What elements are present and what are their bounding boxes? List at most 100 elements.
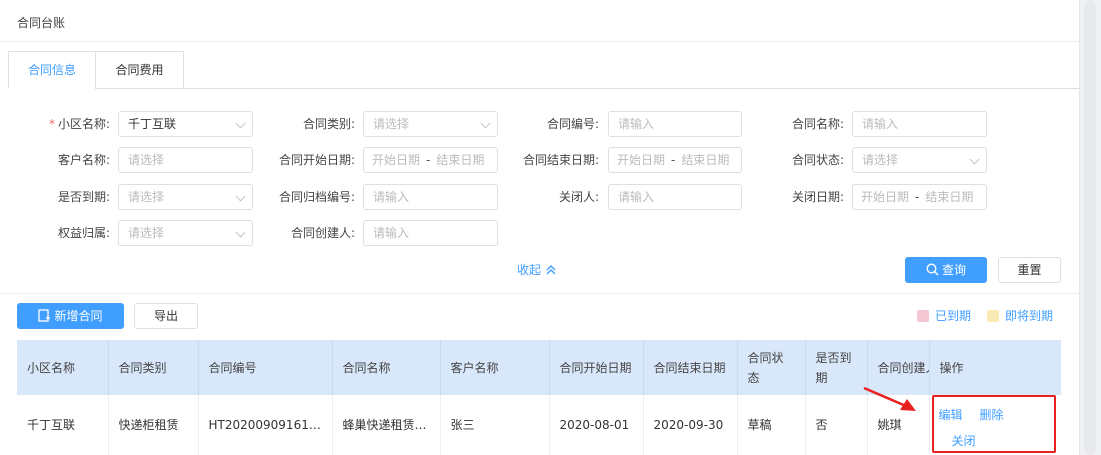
text-input[interactable]: 请输入 <box>852 111 987 137</box>
text-input[interactable]: 请输入 <box>363 220 498 246</box>
filter-label-text: 关闭日期: <box>791 190 844 204</box>
filter-label-text: 合同类别: <box>302 117 355 131</box>
field-placeholder: 请输入 <box>373 226 410 240</box>
filter-label-text: 合同结束日期: <box>522 153 599 167</box>
chevron-down-icon <box>235 118 246 129</box>
legend-expiring-label: 即将到期 <box>1005 309 1054 323</box>
filter-label-text: 合同开始日期: <box>278 153 355 167</box>
filter-label: 关闭人: <box>489 184 599 210</box>
add-document-icon <box>38 309 51 322</box>
field-placeholder: 请输入 <box>862 117 899 131</box>
filter-label-text: 是否到期: <box>57 190 110 204</box>
col-header[interactable]: 合同开始日期 <box>549 340 644 395</box>
col-header[interactable]: 合同状态 <box>737 340 806 395</box>
range-start-placeholder: 开始日期 <box>861 190 910 204</box>
tab-contract-fees[interactable]: 合同费用 <box>95 51 184 89</box>
double-chevron-up-icon <box>546 265 556 275</box>
filter-label-text: 合同创建人: <box>290 226 355 240</box>
collapse-toggle[interactable]: 收起 <box>517 261 557 278</box>
filter-label-text: 权益归属: <box>57 226 110 240</box>
legend-expired-swatch <box>917 310 929 322</box>
filter-label: 合同状态: <box>734 147 844 173</box>
main-panel: 合同台账 合同信息 合同费用 * 小区名称: 千丁互联 合同类别: 请选择 合同编号: 请输… <box>0 0 1079 455</box>
filter-label: 合同归档编号: <box>245 184 355 210</box>
field-placeholder: 请选择 <box>128 153 165 167</box>
field-value: 千丁互联 <box>128 117 177 131</box>
filter-label: 合同编号: <box>489 111 599 137</box>
select-field[interactable]: 请选择 <box>363 111 498 137</box>
field-placeholder: 请输入 <box>618 190 655 204</box>
select-field[interactable]: 千丁互联 <box>118 111 253 137</box>
required-asterisk: * <box>48 117 55 131</box>
date-range-picker[interactable]: 开始日期 - 结束日期 <box>363 147 498 173</box>
filter-label: 关闭日期: <box>734 184 844 210</box>
col-header-actions: 操作 <box>929 340 1061 395</box>
cell-expired: 否 <box>805 395 868 455</box>
cell-category: 快递柜租赁 <box>108 395 199 455</box>
text-input[interactable]: 请输入 <box>608 111 742 137</box>
cell-community: 千丁互联 <box>17 395 109 455</box>
legend-expiring-swatch <box>987 310 999 322</box>
select-field[interactable]: 请选择 <box>118 220 253 246</box>
filter-label: 客户名称: <box>0 147 110 173</box>
col-header[interactable]: 合同结束日期 <box>643 340 738 395</box>
reset-button[interactable]: 重置 <box>998 257 1061 283</box>
scrollbar-thumb[interactable] <box>1084 0 1096 455</box>
page-title: 合同台账 <box>17 16 66 30</box>
date-range-picker[interactable]: 开始日期 - 结束日期 <box>608 147 742 173</box>
range-separator: - <box>915 190 920 204</box>
legend-expiring: 即将到期 <box>987 307 1053 324</box>
select-field[interactable]: 请选择 <box>118 184 253 210</box>
cell-start-date: 2020-08-01 <box>549 395 644 455</box>
query-label: 查询 <box>941 263 966 277</box>
filter-label: 合同开始日期: <box>245 147 355 173</box>
col-header[interactable]: 是否到期 <box>805 340 868 395</box>
chevron-down-icon <box>235 227 246 238</box>
date-range-picker[interactable]: 开始日期 - 结束日期 <box>852 184 987 210</box>
col-header[interactable]: 合同名称 <box>332 340 441 395</box>
page-header: 合同台账 <box>0 0 1079 42</box>
range-separator: - <box>426 153 431 167</box>
col-header[interactable]: 合同编号 <box>198 340 333 395</box>
filter-label-text: 合同名称: <box>791 117 844 131</box>
filter-label: * 小区名称: <box>0 111 110 137</box>
legend-expired: 已到期 <box>917 307 971 324</box>
col-header[interactable]: 客户名称 <box>440 340 550 395</box>
text-input[interactable]: 请选择 <box>118 147 253 173</box>
chevron-down-icon <box>235 191 246 202</box>
range-end-placeholder: 结束日期 <box>436 153 485 167</box>
query-button[interactable]: 查询 <box>905 257 987 283</box>
range-end-placeholder: 结束日期 <box>681 153 730 167</box>
annotation-arrow <box>863 386 916 411</box>
select-field[interactable]: 请选择 <box>852 147 987 173</box>
range-separator: - <box>671 153 676 167</box>
scrollbar[interactable] <box>1079 0 1101 455</box>
legend-expired-label: 已到期 <box>935 309 972 323</box>
collapse-label: 收起 <box>517 263 542 277</box>
cell-customer: 张三 <box>440 395 550 455</box>
field-placeholder: 请输入 <box>373 190 410 204</box>
cell-end-date: 2020-09-30 <box>643 395 738 455</box>
filter-label: 合同结束日期: <box>489 147 599 173</box>
text-input[interactable]: 请输入 <box>608 184 742 210</box>
text-input[interactable]: 请输入 <box>363 184 498 210</box>
field-placeholder: 请选择 <box>373 117 410 131</box>
col-header[interactable]: 小区名称 <box>17 340 109 395</box>
tab-contract-info[interactable]: 合同信息 <box>8 51 96 89</box>
annotation-highlight-box <box>932 395 1056 453</box>
filter-label: 合同名称: <box>734 111 844 137</box>
field-placeholder: 请选择 <box>128 226 165 240</box>
filter-label: 合同类别: <box>245 111 355 137</box>
section-divider <box>0 293 1079 294</box>
filter-label-text: 合同状态: <box>791 153 844 167</box>
add-contract-button[interactable]: 新增合同 <box>17 303 124 329</box>
field-placeholder: 请选择 <box>862 153 899 167</box>
range-start-placeholder: 开始日期 <box>372 153 421 167</box>
col-header[interactable]: 合同类别 <box>108 340 199 395</box>
export-button[interactable]: 导出 <box>134 303 198 329</box>
filter-label-text: 合同归档编号: <box>278 190 355 204</box>
filter-label: 合同创建人: <box>245 220 355 246</box>
cell-contract-name: 蜂巢快递租赁合同 <box>332 395 441 455</box>
search-icon <box>926 263 939 276</box>
filter-label: 是否到期: <box>0 184 110 210</box>
